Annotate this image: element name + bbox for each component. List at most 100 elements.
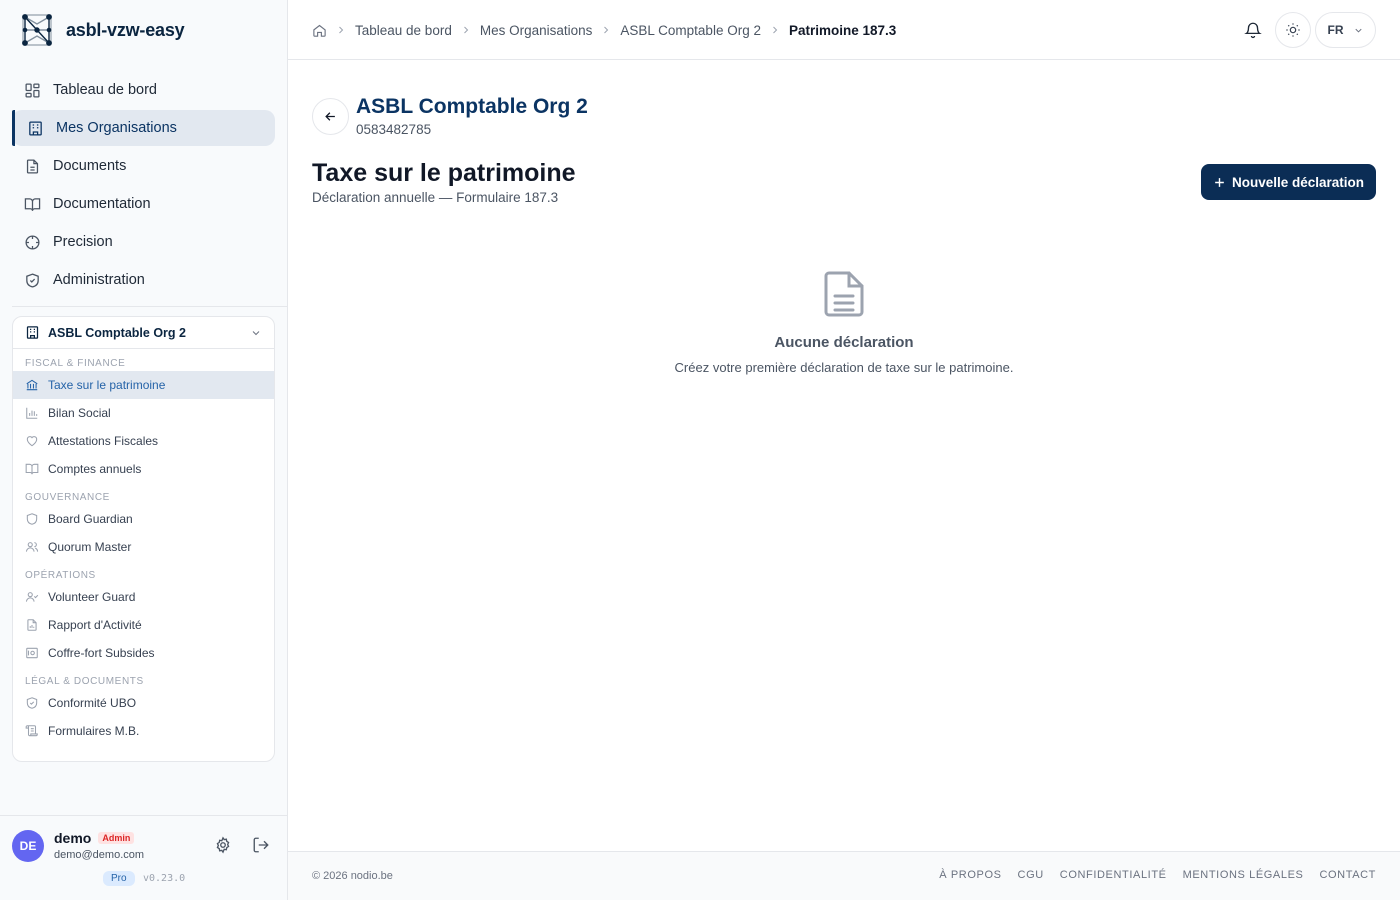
- logo-icon: [22, 14, 52, 46]
- sub-item-label: Taxe sur le patrimoine: [48, 378, 166, 392]
- users-icon: [25, 542, 39, 552]
- breadcrumb-organisations[interactable]: Mes Organisations: [480, 23, 593, 38]
- sidebar: asbl-vzw-easy Tableau de bord Mes Organi…: [0, 0, 288, 900]
- nav-item-documentation[interactable]: Documentation: [12, 186, 275, 222]
- footer-link-cgu[interactable]: CGU: [1018, 869, 1044, 881]
- sub-item-conformite-ubo[interactable]: Conformité UBO: [13, 689, 274, 717]
- theme-toggle-button[interactable]: [1275, 12, 1311, 48]
- org-number: 0583482785: [356, 122, 432, 137]
- avatar[interactable]: DE: [12, 830, 44, 862]
- bar-chart-icon: [26, 407, 38, 419]
- section-label-gouvernance: Gouvernance: [25, 492, 110, 503]
- nav-item-label: Tableau de bord: [53, 82, 157, 98]
- nav-item-label: Documentation: [53, 196, 151, 212]
- user-name: demo: [54, 830, 92, 846]
- new-declaration-button[interactable]: Nouvelle déclaration: [1201, 164, 1376, 200]
- sub-item-board-guardian[interactable]: Board Guardian: [13, 505, 274, 533]
- brand-name: asbl-vzw-easy: [66, 19, 185, 40]
- bank-icon: [26, 379, 38, 391]
- breadcrumb-dashboard[interactable]: Tableau de bord: [355, 23, 452, 38]
- footer-link-privacy[interactable]: Confidentialité: [1060, 869, 1167, 881]
- sub-item-label: Formulaires M.B.: [48, 724, 140, 738]
- shield-icon: [26, 272, 39, 288]
- page-subtitle: Déclaration annuelle — Formulaire 187.3: [312, 190, 559, 205]
- footer: © 2026 nodio.be À propos CGU Confidentia…: [288, 851, 1400, 900]
- sub-item-rapport-activite[interactable]: Rapport d'Activité: [13, 611, 274, 639]
- top-bar: Tableau de bord Mes Organisations ASBL C…: [288, 0, 1400, 60]
- nav-item-administration[interactable]: Administration: [12, 262, 275, 298]
- sub-item-taxe-patrimoine[interactable]: Taxe sur le patrimoine: [13, 371, 274, 399]
- main-nav: Tableau de bord Mes Organisations Docume…: [12, 72, 275, 300]
- sub-item-comptes-annuels[interactable]: Comptes annuels: [13, 455, 274, 483]
- sub-item-label: Volunteer Guard: [48, 590, 136, 604]
- nav-item-organisations[interactable]: Mes Organisations: [12, 110, 275, 146]
- new-declaration-label: Nouvelle déclaration: [1231, 174, 1365, 190]
- shield-check-icon: [26, 697, 38, 709]
- sub-item-bilan-social[interactable]: Bilan Social: [13, 399, 274, 427]
- sun-icon: [1286, 23, 1300, 37]
- main-content: ASBL Comptable Org 2 0583482785 Taxe sur…: [288, 60, 1400, 850]
- sub-item-label: Attestations Fiscales: [48, 434, 159, 448]
- file-chart-icon: [27, 619, 37, 631]
- chevron-right-icon: [773, 26, 778, 34]
- building-icon: [29, 120, 42, 136]
- sub-item-label: Conformité UBO: [48, 696, 137, 710]
- section-label-legal: Légal & Documents: [25, 676, 144, 687]
- org-selector[interactable]: ASBL Comptable Org 2: [13, 317, 274, 349]
- sub-item-quorum-master[interactable]: Quorum Master: [13, 533, 274, 561]
- user-check-icon: [25, 592, 39, 602]
- user-panel: DE demo Admin demo@demo.com Pro v0.23.0: [0, 815, 287, 900]
- nav-item-label: Mes Organisations: [56, 120, 177, 136]
- copyright: © 2026 nodio.be: [312, 870, 393, 882]
- book-icon: [25, 463, 39, 475]
- language-value: FR: [1327, 23, 1344, 37]
- settings-gear-icon[interactable]: [214, 836, 232, 854]
- nav-item-label: Precision: [53, 234, 113, 250]
- plus-icon: [1215, 177, 1224, 187]
- footer-link-about[interactable]: À propos: [939, 869, 1001, 881]
- nav-item-precision[interactable]: Precision: [12, 224, 275, 260]
- nav-item-documents[interactable]: Documents: [12, 148, 275, 184]
- sub-item-attestations[interactable]: Attestations Fiscales: [13, 427, 274, 455]
- divider: [12, 306, 287, 307]
- chevron-right-icon: [463, 26, 469, 34]
- sub-item-label: Comptes annuels: [48, 462, 142, 476]
- heart-icon: [26, 436, 38, 447]
- breadcrumb-current: Patrimoine 187.3: [788, 22, 897, 38]
- crosshair-icon: [25, 234, 40, 250]
- sub-item-label: Bilan Social: [48, 406, 111, 420]
- sub-item-label: Coffre-fort Subsides: [48, 646, 155, 660]
- bell-icon[interactable]: [1244, 21, 1262, 39]
- document-icon: [824, 271, 864, 317]
- breadcrumb: Tableau de bord Mes Organisations ASBL C…: [312, 0, 896, 60]
- brand[interactable]: asbl-vzw-easy: [20, 12, 185, 48]
- sub-item-coffre-fort[interactable]: Coffre-fort Subsides: [13, 639, 274, 667]
- vault-icon: [26, 647, 38, 659]
- sub-item-volunteer-guard[interactable]: Volunteer Guard: [13, 583, 274, 611]
- shield-icon: [26, 513, 38, 525]
- nav-item-dashboard[interactable]: Tableau de bord: [12, 72, 275, 108]
- chevron-right-icon: [339, 26, 344, 34]
- home-icon[interactable]: [312, 23, 327, 38]
- user-email: demo@demo.com: [54, 849, 145, 861]
- building-icon: [26, 326, 39, 339]
- language-selector[interactable]: FR: [1315, 12, 1376, 48]
- page-title: Taxe sur le patrimoine: [312, 159, 576, 187]
- breadcrumb-org[interactable]: ASBL Comptable Org 2: [620, 23, 761, 38]
- section-label-operations: Opérations: [25, 570, 96, 581]
- plan-badge: Pro: [103, 871, 135, 886]
- role-badge: Admin: [98, 832, 135, 844]
- sub-item-label: Board Guardian: [48, 512, 133, 526]
- footer-link-legal[interactable]: Mentions légales: [1183, 869, 1304, 881]
- footer-links: À propos CGU Confidentialité Mentions lé…: [939, 869, 1376, 881]
- empty-text: Créez votre première déclaration de taxe…: [674, 360, 1014, 375]
- app-version: v0.23.0: [143, 873, 186, 884]
- footer-link-contact[interactable]: Contact: [1319, 869, 1376, 881]
- sub-item-formulaires-mb[interactable]: Formulaires M.B.: [13, 717, 274, 745]
- empty-title: Aucune déclaration: [774, 334, 914, 351]
- sub-item-label: Quorum Master: [48, 540, 132, 554]
- org-name: ASBL Comptable Org 2: [356, 95, 588, 118]
- back-button[interactable]: [312, 98, 349, 135]
- arrow-left-icon: [325, 112, 335, 121]
- logout-icon[interactable]: [252, 836, 270, 854]
